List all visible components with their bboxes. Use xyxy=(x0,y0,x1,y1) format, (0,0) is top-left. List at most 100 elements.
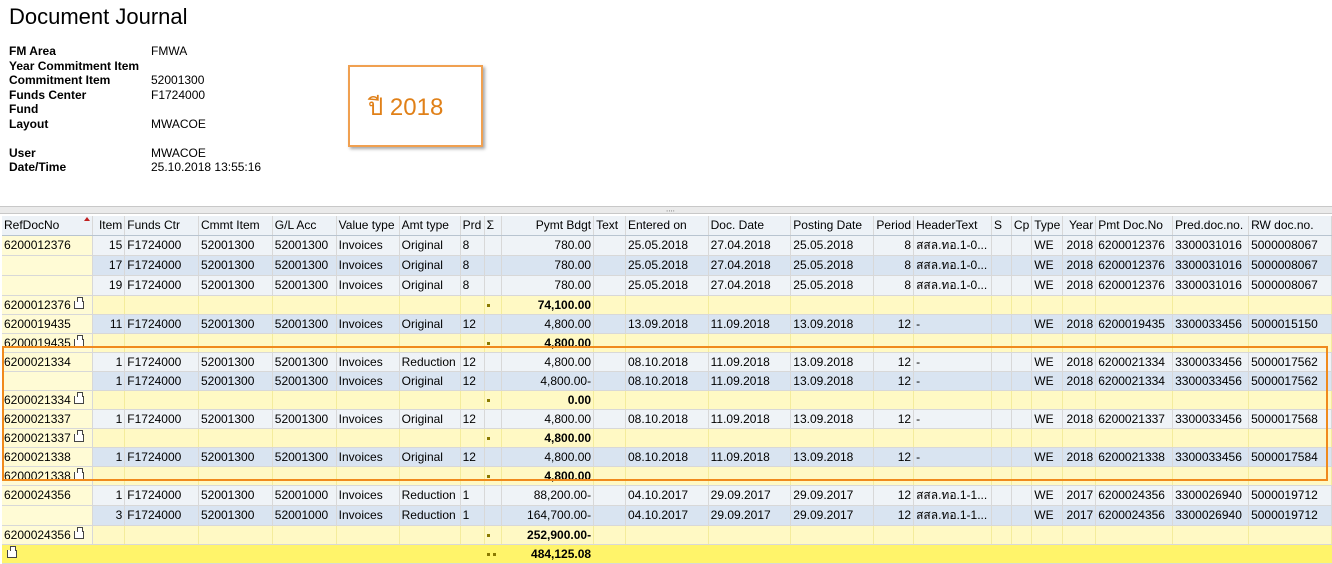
table-cell[interactable]: 2018 xyxy=(1062,235,1097,256)
table-cell[interactable] xyxy=(991,235,1012,256)
ref-doc-no-cell[interactable] xyxy=(2,255,94,276)
table-row[interactable]: 6200021337 1 F1724000 52001300 52001300 Invoi… xyxy=(2,409,1332,429)
ref-doc-no-cell[interactable]: 6200021338 xyxy=(2,447,94,467)
table-cell[interactable]: F1724000 xyxy=(124,255,199,276)
table-cell[interactable]: 12 xyxy=(460,371,485,391)
table-cell[interactable] xyxy=(593,235,626,256)
table-cell[interactable]: สสล.ทอ.1-1... xyxy=(913,485,993,506)
table-cell[interactable]: 6200024356 xyxy=(1095,485,1174,506)
table-cell[interactable]: 12 xyxy=(873,314,915,334)
table-cell[interactable]: 11.09.2018 xyxy=(708,371,792,391)
ref-doc-no-cell[interactable]: 6200012376 xyxy=(2,235,94,256)
table-cell[interactable] xyxy=(991,409,1012,429)
table-cell[interactable]: 15 xyxy=(92,235,126,256)
table-cell[interactable]: F1724000 xyxy=(124,485,199,506)
table-cell[interactable]: 52001300 xyxy=(272,235,337,256)
ref-doc-no-cell[interactable] xyxy=(2,371,94,391)
table-cell[interactable]: 8 xyxy=(460,235,485,256)
column-header-pymt-bdgt[interactable]: Pymt Bdgt xyxy=(501,216,595,236)
table-cell[interactable] xyxy=(1011,235,1033,256)
table-cell[interactable]: Invoices xyxy=(336,505,400,526)
subtotal-icon[interactable] xyxy=(73,430,84,443)
splitter-grip-icon[interactable]: ∙∙∙∙ xyxy=(666,207,675,215)
table-cell[interactable]: 08.10.2018 xyxy=(625,371,709,391)
table-cell[interactable]: 11.09.2018 xyxy=(708,314,792,334)
column-header-item[interactable]: Item xyxy=(92,216,126,236)
table-cell[interactable]: 3300026940 xyxy=(1172,485,1250,506)
table-cell[interactable]: 08.10.2018 xyxy=(625,409,709,429)
table-cell[interactable]: 52001300 xyxy=(198,447,273,467)
table-cell[interactable]: 5000019712 xyxy=(1248,505,1332,526)
table-cell[interactable]: Original xyxy=(399,371,461,391)
table-cell[interactable]: Reduction xyxy=(399,485,461,506)
table-cell[interactable]: 25.05.2018 xyxy=(625,235,709,256)
column-header-doc-date[interactable]: Doc. Date xyxy=(708,216,792,236)
table-cell[interactable] xyxy=(484,485,502,506)
table-cell[interactable]: 25.05.2018 xyxy=(625,275,709,296)
table-cell[interactable]: สสล.ทอ.1-0... xyxy=(913,235,993,256)
table-cell[interactable] xyxy=(593,255,626,276)
table-cell[interactable]: Reduction xyxy=(399,505,461,526)
table-cell[interactable]: 4,800.00- xyxy=(501,371,595,391)
table-cell[interactable]: Invoices xyxy=(336,447,400,467)
table-cell[interactable]: 1 xyxy=(92,352,126,372)
column-header-refdocno[interactable]: RefDocNo xyxy=(2,216,94,236)
table-cell[interactable] xyxy=(1011,447,1033,467)
table-cell[interactable]: 3300033456 xyxy=(1172,352,1250,372)
table-cell[interactable]: 12 xyxy=(873,371,915,391)
table-cell[interactable]: 25.05.2018 xyxy=(790,235,875,256)
table-cell[interactable]: 8 xyxy=(460,275,485,296)
table-cell[interactable]: 52001300 xyxy=(198,255,273,276)
column-header-entered-on[interactable]: Entered on xyxy=(625,216,709,236)
table-row[interactable]: 17 F1724000 52001300 52001300 Invoices Origin… xyxy=(2,255,1332,276)
column-header-pmt-doc-no[interactable]: Pmt Doc.No xyxy=(1095,216,1174,236)
table-cell[interactable]: 8 xyxy=(873,275,915,296)
table-cell[interactable]: WE xyxy=(1031,235,1064,256)
subtotal-icon[interactable] xyxy=(73,527,84,540)
table-cell[interactable]: WE xyxy=(1031,505,1064,526)
table-cell[interactable]: 6200019435 xyxy=(1095,314,1174,334)
table-cell[interactable]: Invoices xyxy=(336,275,400,296)
table-row[interactable]: 6200012376 15 F1724000 52001300 52001300 Invo… xyxy=(2,235,1332,256)
table-cell[interactable]: 1 xyxy=(460,505,485,526)
subtotal-ref-cell[interactable]: 6200019435 xyxy=(2,333,94,353)
table-cell[interactable]: 2018 xyxy=(1062,447,1097,467)
table-cell[interactable]: 11.09.2018 xyxy=(708,409,792,429)
table-cell[interactable]: Invoices xyxy=(336,371,400,391)
table-cell[interactable] xyxy=(593,371,626,391)
column-header-headertext[interactable]: HeaderText xyxy=(913,216,993,236)
table-row[interactable]: 19 F1724000 52001300 52001300 Invoices Origin… xyxy=(2,275,1332,296)
table-cell[interactable]: 04.10.2017 xyxy=(625,505,709,526)
table-cell[interactable]: 12 xyxy=(873,409,915,429)
ref-doc-no-cell[interactable]: 6200021337 xyxy=(2,409,94,429)
table-cell[interactable]: 6200021337 xyxy=(1095,409,1174,429)
table-cell[interactable]: 17 xyxy=(92,255,126,276)
table-cell[interactable]: 52001300 xyxy=(272,314,337,334)
column-header-sigma[interactable]: Σ xyxy=(484,216,502,236)
table-cell[interactable]: 3300033456 xyxy=(1172,371,1250,391)
column-header-amt-type[interactable]: Amt type xyxy=(399,216,461,236)
column-header-type[interactable]: Type xyxy=(1031,216,1064,236)
table-cell[interactable] xyxy=(593,314,626,334)
table-cell[interactable]: 3300033456 xyxy=(1172,409,1250,429)
table-cell[interactable]: 27.04.2018 xyxy=(708,255,792,276)
table-cell[interactable] xyxy=(484,255,502,276)
table-cell[interactable]: Invoices xyxy=(336,352,400,372)
table-cell[interactable]: F1724000 xyxy=(124,275,199,296)
table-cell[interactable]: WE xyxy=(1031,275,1064,296)
subtotal-row[interactable]: 6200012376 74,100.00 xyxy=(2,295,1332,315)
table-cell[interactable]: 6200021338 xyxy=(1095,447,1174,467)
table-cell[interactable]: 29.09.2017 xyxy=(708,505,792,526)
table-cell[interactable]: สสล.ทอ.1-0... xyxy=(913,255,993,276)
table-cell[interactable]: 6200012376 xyxy=(1095,275,1174,296)
table-cell[interactable]: 27.04.2018 xyxy=(708,275,792,296)
table-cell[interactable]: F1724000 xyxy=(124,371,199,391)
table-cell[interactable]: WE xyxy=(1031,352,1064,372)
table-cell[interactable] xyxy=(484,447,502,467)
table-cell[interactable]: 6200012376 xyxy=(1095,255,1174,276)
table-cell[interactable]: WE xyxy=(1031,409,1064,429)
table-cell[interactable] xyxy=(484,235,502,256)
table-cell[interactable]: 2018 xyxy=(1062,255,1097,276)
table-cell[interactable]: 52001300 xyxy=(272,371,337,391)
table-cell[interactable]: - xyxy=(913,352,993,372)
